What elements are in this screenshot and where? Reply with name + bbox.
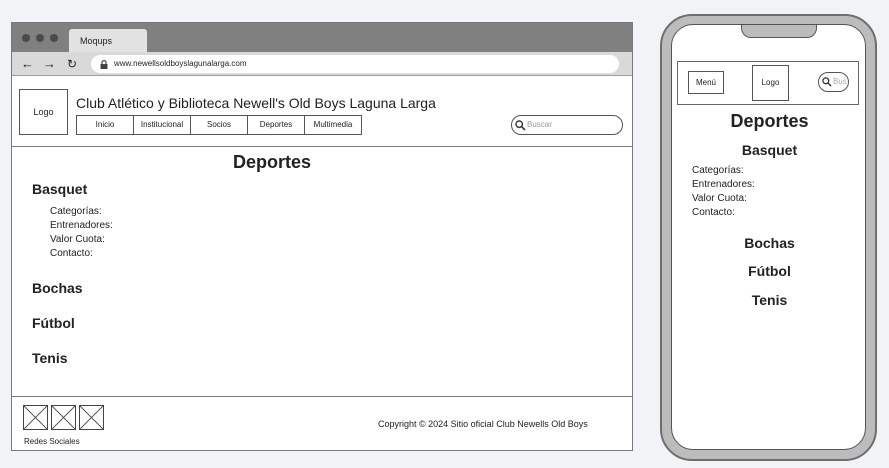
copyright-text: Copyright © 2024 Sitio oficial Club Newe… [378,419,588,429]
mobile-sport-heading-bochas: Bochas [744,235,795,251]
nav-item-institucional[interactable]: Institucional [133,115,191,135]
site-logo[interactable]: Logo [19,89,68,135]
mobile-logo[interactable]: Logo [752,65,789,101]
nav-item-multimedia[interactable]: Multimedia [304,115,362,135]
mobile-basquet-field-entrenadores: Entrenadores: [692,179,755,190]
mobile-basquet-field-categorias: Categorías: [692,165,744,176]
page-title: Deportes [232,152,312,172]
mobile-basquet-field-contacto: Contacto: [692,207,735,218]
phone-notch [741,25,817,38]
search-input[interactable]: Buscar [511,115,623,135]
window-maximize-dot[interactable] [50,34,58,42]
social-label: Redes Sociales [24,437,80,446]
desktop-browser-mock: Moqups ← → ↻ www.newellsoldboyslagunalar… [11,22,633,451]
basquet-field-contacto: Contacto: [50,248,93,259]
basquet-field-entrenadores: Entrenadores: [50,220,113,231]
mobile-basquet-field-valor-cuota: Valor Cuota: [692,193,747,204]
back-button[interactable]: ← [21,55,34,73]
window-close-dot[interactable] [22,34,30,42]
mobile-header-border [858,61,859,105]
nav-item-inicio[interactable]: Inicio [76,115,134,135]
lock-icon [100,60,108,69]
site-footer: Redes Sociales Copyright © 2024 Sitio of… [12,396,632,450]
sport-heading-basquet: Basquet [32,181,88,197]
browser-titlebar: Moqups [12,23,632,53]
mobile-sport-heading-futbol: Fútbol [748,263,791,279]
basquet-field-categorias: Categorías: [50,206,102,217]
site-header: Logo Club Atlético y Biblioteca Newell's… [12,76,632,147]
browser-toolbar: ← → ↻ www.newellsoldboyslagunalarga.com [12,52,632,76]
phone-screen: Menú Logo Bus Deportes Basquet Categoría… [671,24,866,450]
image-placeholder-icon[interactable] [23,405,48,430]
reload-button[interactable]: ↻ [67,55,77,73]
mobile-phone-mock: Menú Logo Bus Deportes Basquet Categoría… [660,14,877,461]
sport-heading-futbol: Fútbol [32,315,75,331]
mobile-sport-heading-tenis: Tenis [751,292,788,308]
mobile-header-border [677,61,678,105]
window-minimize-dot[interactable] [36,34,44,42]
mobile-sport-heading-basquet: Basquet [741,142,798,158]
search-icon [822,77,832,87]
site-title: Club Atlético y Biblioteca Newell's Old … [76,95,436,111]
main-nav: Inicio Institucional Socios Deportes Mul… [76,115,362,135]
nav-item-deportes[interactable]: Deportes [247,115,305,135]
mobile-menu-button[interactable]: Menú [688,71,724,94]
sport-heading-tenis: Tenis [32,350,68,366]
image-placeholder-icon[interactable] [51,405,76,430]
nav-item-socios[interactable]: Socios [190,115,248,135]
url-field[interactable]: www.newellsoldboyslagunalarga.com [91,55,619,73]
mobile-page-title: Deportes [730,111,809,131]
sport-heading-bochas: Bochas [32,280,83,296]
search-icon [515,120,526,131]
image-placeholder-icon[interactable] [79,405,104,430]
basquet-field-valor-cuota: Valor Cuota: [50,234,105,245]
browser-tab[interactable]: Moqups [69,29,147,53]
forward-button[interactable]: → [43,55,56,73]
